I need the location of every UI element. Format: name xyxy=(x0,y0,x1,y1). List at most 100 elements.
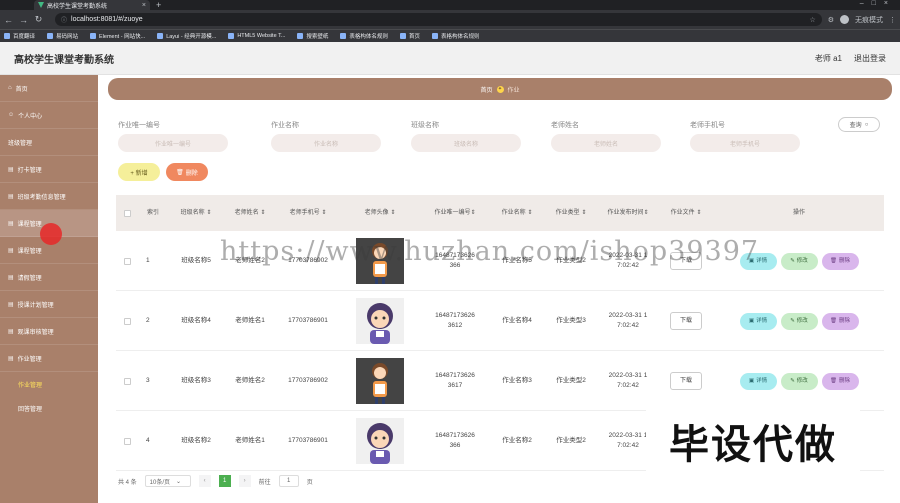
delete-button[interactable]: 🗑删除 xyxy=(821,252,859,270)
download-button[interactable]: 下载 xyxy=(670,252,702,270)
page-number-1[interactable]: 1 xyxy=(218,475,231,487)
trash-icon: 🗑 xyxy=(176,169,184,176)
th-homework-type[interactable]: 作业类型 ⇕ xyxy=(544,195,598,231)
promo-overlay: 毕设代做 xyxy=(646,410,860,472)
batch-delete-button[interactable]: 🗑 删除 xyxy=(166,163,208,181)
teacher-avatar-image[interactable] xyxy=(356,418,404,464)
app-title: 高校学生课堂考勤系统 xyxy=(14,54,114,66)
download-button[interactable]: 下载 xyxy=(670,312,702,330)
sidebar-item-review[interactable]: ▤ 观课审核管理 xyxy=(0,318,98,345)
detail-button[interactable]: ▣详情 xyxy=(739,372,777,390)
th-teacher-name[interactable]: 老师姓名 ⇕ xyxy=(224,195,276,231)
close-tab-icon[interactable]: × xyxy=(142,2,146,9)
reload-icon[interactable]: ↻ xyxy=(34,14,43,25)
delete-button[interactable]: 🗑删除 xyxy=(821,372,859,390)
detail-button[interactable]: ▣详情 xyxy=(739,252,777,270)
teacher-avatar-image[interactable] xyxy=(356,298,404,344)
delete-button[interactable]: 🗑删除 xyxy=(821,312,859,330)
sort-icon: ⇕ xyxy=(470,209,476,216)
search-input-teacher-phone[interactable]: 老师手机号 xyxy=(690,134,800,152)
download-button[interactable]: 下载 xyxy=(670,372,702,390)
detail-button[interactable]: ▣详情 xyxy=(739,312,777,330)
th-teacher-avatar[interactable]: 老师头像 ⇕ xyxy=(340,195,420,231)
bookmark-item[interactable]: 表格构体名规则 xyxy=(431,32,479,40)
row-checkbox[interactable] xyxy=(123,377,131,385)
sidebar-item-profile[interactable]: ☺ 个人中心 xyxy=(0,102,98,129)
url-text: localhost:8081/#/zuoye xyxy=(71,16,143,23)
search-input-homework-id[interactable]: 作业唯一编号 xyxy=(118,134,228,152)
page-size-select[interactable]: 10条/页 ⌄ xyxy=(144,475,191,487)
info-icon[interactable]: ⓘ xyxy=(61,15,67,24)
menu-icon: ▤ xyxy=(8,220,14,227)
bookmark-item[interactable]: HTML5 Website T... xyxy=(228,33,285,39)
th-homework-name[interactable]: 作业名称 ⇕ xyxy=(490,195,544,231)
menu-icon: ▤ xyxy=(8,193,14,200)
window-controls[interactable]: –□× xyxy=(860,0,896,7)
sidebar-item-leave[interactable]: ▤ 请假管理 xyxy=(0,264,98,291)
breadcrumb-home[interactable]: 首页 xyxy=(480,85,492,94)
browser-tab[interactable]: 高校学生课堂考勤系统 × xyxy=(34,0,150,10)
bookmark-item[interactable]: 易码网站 xyxy=(47,32,78,40)
bookmark-item[interactable]: 搜索壁纸 xyxy=(297,32,328,40)
forward-icon[interactable]: → xyxy=(19,15,28,25)
sidebar-subitem-answer[interactable]: 回答管理 xyxy=(0,396,98,420)
row-checkbox-cell xyxy=(116,291,138,351)
sidebar-item-attendance[interactable]: ▤ 班级考勤信息管理 xyxy=(0,183,98,210)
select-all-checkbox[interactable] xyxy=(123,209,131,217)
profile-label: 无痕模式 xyxy=(855,16,883,24)
back-icon[interactable]: ← xyxy=(4,15,13,25)
edit-button[interactable]: ✎修改 xyxy=(780,312,818,330)
bookmark-item[interactable]: Layui - 经典开源模... xyxy=(157,32,216,40)
cell-homework-type: 作业类型3 xyxy=(556,317,586,324)
query-button[interactable]: 查询 ○ xyxy=(838,117,880,132)
goto-label: 前往 xyxy=(258,479,271,486)
th-operations: 操作 xyxy=(792,209,805,216)
edit-button[interactable]: ✎修改 xyxy=(780,252,818,270)
bookmark-item[interactable]: Element - 网站快... xyxy=(90,32,145,40)
cell-homework-name: 作业名称4 xyxy=(502,317,532,324)
search-input-class-name[interactable]: 班级名称 xyxy=(411,134,521,152)
cell-class-name: 班级名称2 xyxy=(181,437,211,444)
sidebar-item-home[interactable]: ⌂ 首页 xyxy=(0,75,98,102)
bookmark-item[interactable]: 百度翻译 xyxy=(4,32,35,40)
cell-operations: ▣详情 ✎修改 🗑删除 xyxy=(714,231,884,291)
th-publish-time[interactable]: 作业发布时间 ⇕ xyxy=(598,195,658,231)
sidebar-subitem-homework[interactable]: 作业管理 xyxy=(0,372,98,396)
th-homework-file[interactable]: 作业文件 ⇕ xyxy=(658,195,714,231)
row-checkbox[interactable] xyxy=(123,437,131,445)
sidebar-item-checkin[interactable]: ▤ 打卡管理 xyxy=(0,156,98,183)
teacher-avatar-image[interactable] xyxy=(356,238,404,284)
cell-operations: ▣详情 ✎修改 🗑删除 xyxy=(714,291,884,351)
th-teacher-phone[interactable]: 老师手机号 ⇕ xyxy=(276,195,340,231)
edit-button[interactable]: ✎修改 xyxy=(780,372,818,390)
row-checkbox-cell xyxy=(116,231,138,291)
detail-icon: ▣ xyxy=(748,318,755,324)
extension-icon[interactable]: ⚙ xyxy=(828,16,834,24)
cell-homework-type: 作业类型2 xyxy=(556,437,586,444)
sidebar-item-homework[interactable]: ▤ 作业管理 xyxy=(0,345,98,372)
goto-page-input[interactable]: 1 xyxy=(278,475,299,487)
th-class-name[interactable]: 班级名称 ⇕ xyxy=(168,195,224,231)
cell-teacher-name: 老师姓名1 xyxy=(235,317,265,324)
row-checkbox[interactable] xyxy=(123,317,131,325)
new-tab-icon[interactable]: + xyxy=(156,0,161,10)
bookmark-icon xyxy=(90,33,97,39)
prev-page-button[interactable]: ‹ xyxy=(198,475,211,487)
row-checkbox[interactable] xyxy=(123,257,131,265)
teacher-avatar-image[interactable] xyxy=(356,358,404,404)
sidebar-item-plan[interactable]: ▤ 授课计划管理 xyxy=(0,291,98,318)
profile-avatar[interactable] xyxy=(840,15,849,24)
address-bar[interactable]: ⓘ localhost:8081/#/zuoye ☆ xyxy=(55,13,822,26)
bookmark-item[interactable]: 表格构体名规则 xyxy=(340,32,388,40)
th-homework-id[interactable]: 作业唯一编号 ⇕ xyxy=(420,195,490,231)
next-page-button[interactable]: › xyxy=(238,475,251,487)
add-button[interactable]: + 新增 xyxy=(118,163,160,181)
search-input-teacher-name[interactable]: 老师姓名 xyxy=(551,134,661,152)
menu-icon[interactable]: ⋮ xyxy=(889,16,896,24)
bookmark-item[interactable]: 首页 xyxy=(399,32,420,40)
logout-link[interactable]: 退出登录 xyxy=(854,53,886,64)
trash-icon: 🗑 xyxy=(830,378,837,384)
search-input-homework-name[interactable]: 作业名称 xyxy=(271,134,381,152)
star-icon[interactable]: ☆ xyxy=(809,16,815,24)
sidebar-item-class[interactable]: 班级管理 xyxy=(0,129,98,156)
